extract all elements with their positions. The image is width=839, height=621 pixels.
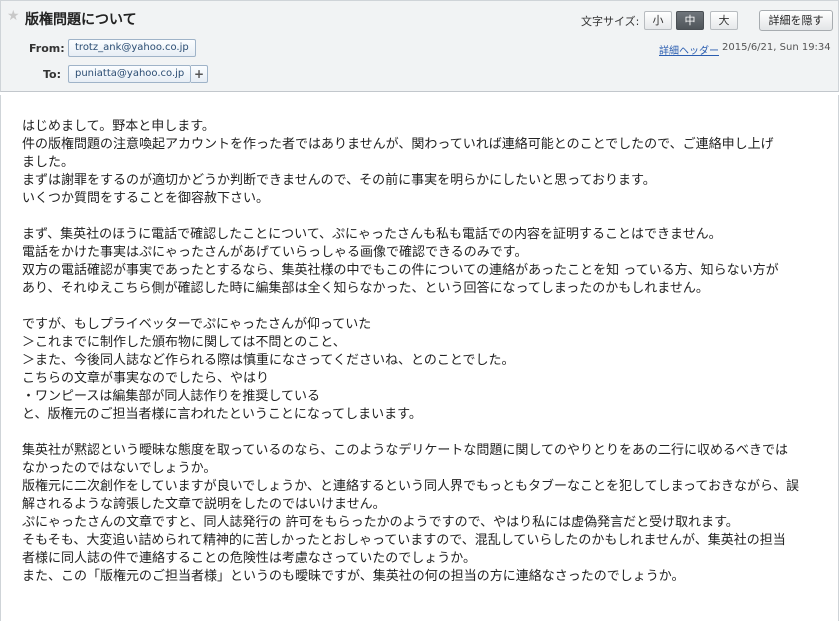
font-size-medium-button[interactable]: 中 <box>676 11 704 30</box>
body-line: 双方の電話確認が事実であったとするなら、集英社様の中でもこの件についての連絡があ… <box>22 263 779 278</box>
body-line: いくつか質問をすることを御容赦下さい。 <box>22 191 270 206</box>
from-address-chip[interactable]: trotz_ank@yahoo.co.jp <box>68 39 196 57</box>
body-line: 電話をかけた事実はぷにゃったさんがあげていらっしゃる画像で確認できるのみです。 <box>22 245 528 260</box>
font-size-large-button[interactable]: 大 <box>710 11 738 30</box>
from-label: From: <box>29 42 65 55</box>
body-line: また、この「版権元のご担当者様」というのも曖昧ですが、集英社の何の担当の方に連絡… <box>22 569 685 584</box>
body-line: ・ワンピースは編集部が同人誌作りを推奨している <box>22 389 320 404</box>
body-line: そもそも、大変追い詰められて精神的に苦しかったとおしゃっていますので、混乱してい… <box>22 533 786 548</box>
to-address-chip[interactable]: puniatta@yahoo.co.jp <box>68 65 192 83</box>
body-line: 解されるような誇張した文章で説明をしたのではいけません。 <box>22 497 386 512</box>
body-line: まず、集英社のほうに電話で確認したことについて、ぷにゃったさんも私も電話での内容… <box>22 227 722 242</box>
body-line: と、版権元のご担当者様に言われたということになってしまいます。 <box>22 407 422 422</box>
star-icon[interactable]: ★ <box>7 8 20 24</box>
body-line: 者様に同人誌の件で連絡することの危険性は考慮なさっていたのでしょうか。 <box>22 551 476 566</box>
body-line: 版権元に二次創作をしていますが良いでしょうか、と連絡するという同人界でもっともタ… <box>22 479 800 494</box>
body-line: 件の版権問題の注意喚起アカウントを作った者ではありませんが、関わっていれば連絡可… <box>22 137 774 152</box>
body-line: 集英社が黙認という曖昧な態度を取っているのなら、このようなデリケートな問題に関し… <box>22 443 788 458</box>
message-text: はじめまして。野本と申します。件の版権問題の注意喚起アカウントを作った者ではあり… <box>22 118 814 586</box>
add-recipient-icon[interactable]: + <box>191 65 208 83</box>
body-line: ＞また、今後同人誌など作られる際は慎重になさってくださいね、とのことでした。 <box>22 353 515 368</box>
body-line: ぷにゃったさんの文章ですと、同人誌発行の 許可をもらったかのようですので、やはり… <box>22 515 739 530</box>
body-line: ＞これまでに制作した頒布物に関しては不問とのこと、 <box>22 335 346 350</box>
to-label: To: <box>43 68 61 81</box>
body-line: まずは謝罪をするのが適切かどうか判断できませんので、その前に事実を明らかにしたい… <box>22 173 656 188</box>
message-header: ★ 版権問題について 文字サイズ: 小 中 大 詳細を隠す From: trot… <box>0 0 839 92</box>
message-subject: 版権問題について <box>25 12 137 28</box>
body-line: こちらの文章が事実なのでしたら、やはり <box>22 371 270 386</box>
message-body: はじめまして。野本と申します。件の版権問題の注意喚起アカウントを作った者ではあり… <box>0 95 839 621</box>
detail-header-link[interactable]: 詳細ヘッダー <box>659 42 719 57</box>
font-size-label: 文字サイズ: <box>581 15 640 28</box>
body-line: ました。 <box>22 155 75 170</box>
body-line: あり、それゆえこちら側が確認した時に編集部は全く知らなかった、という回答になって… <box>22 281 709 296</box>
body-line: ですが、もしプライベッターでぷにゃったさんが仰っていた <box>22 317 372 332</box>
message-date: 2015/6/21, Sun 19:34 <box>722 42 831 53</box>
font-size-small-button[interactable]: 小 <box>644 11 672 30</box>
body-line: はじめまして。野本と申します。 <box>22 119 215 134</box>
body-line: なかったのではないでしょうか。 <box>22 461 217 476</box>
hide-details-button[interactable]: 詳細を隠す <box>759 10 833 31</box>
